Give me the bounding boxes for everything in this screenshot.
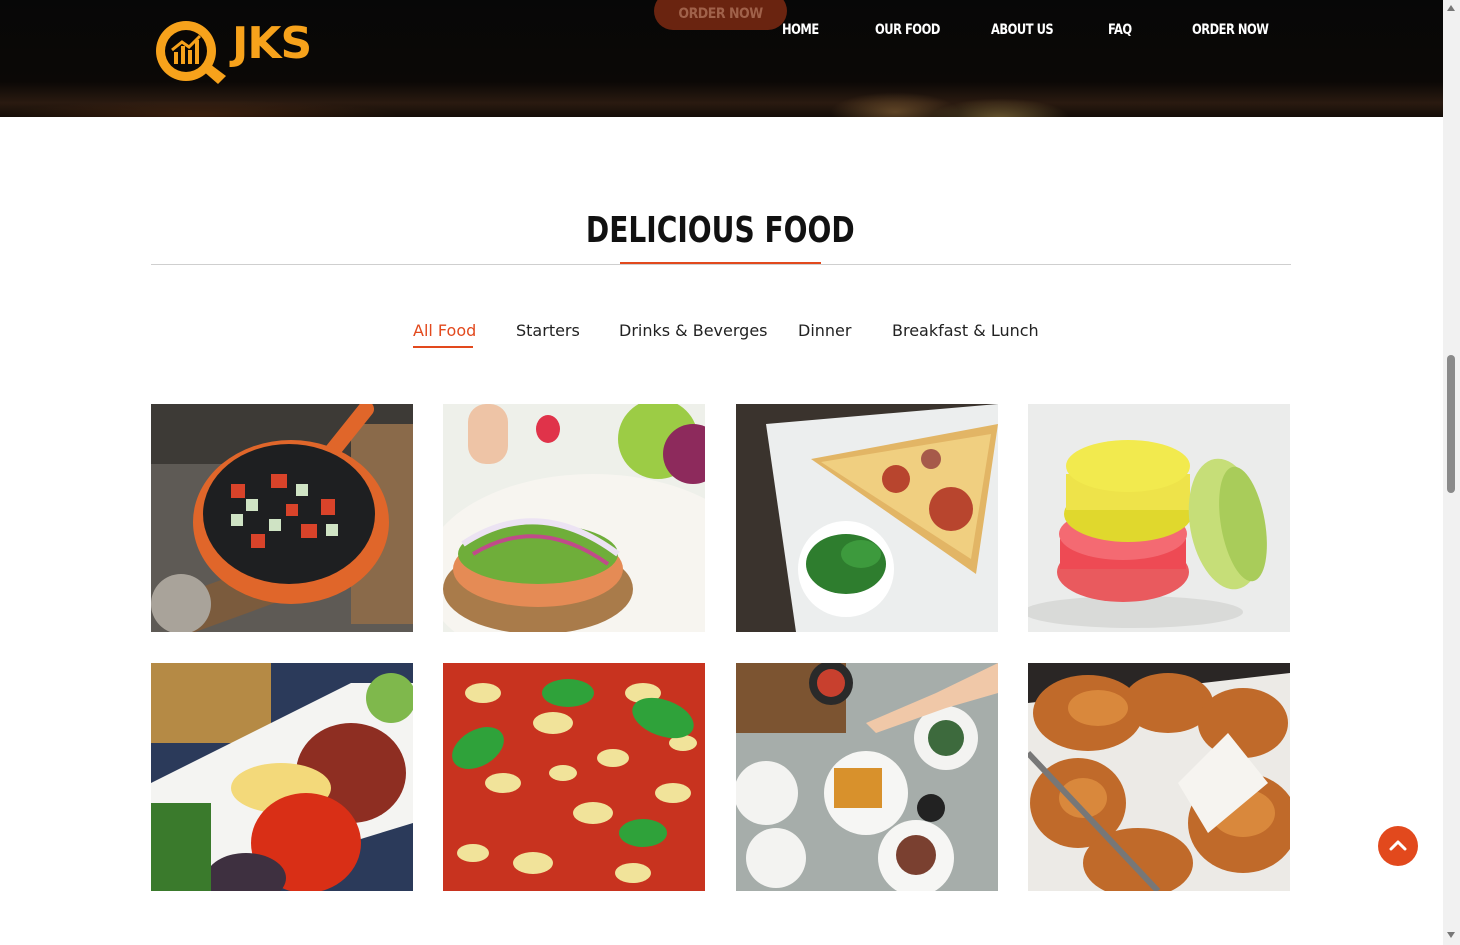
logo-text: JKS xyxy=(232,18,312,69)
nav-order-now[interactable]: ORDER NOW xyxy=(1192,22,1269,38)
food-image-fried-chicken xyxy=(1028,663,1290,891)
order-now-pill-button[interactable]: ORDER NOW xyxy=(654,0,787,30)
nav-home[interactable]: HOME xyxy=(782,22,819,38)
site-header: JKS ORDER NOW HOME OUR FOOD ABOUT US FAQ… xyxy=(0,0,1443,117)
gallery-item[interactable] xyxy=(736,404,998,632)
gallery-item[interactable] xyxy=(151,404,413,632)
gallery-item[interactable] xyxy=(1028,404,1290,632)
filter-all-food[interactable]: All Food xyxy=(413,321,476,340)
food-image-pizza-closeup xyxy=(443,663,705,891)
filter-starters[interactable]: Starters xyxy=(516,321,580,340)
food-image-skillet xyxy=(151,404,413,632)
header-background-glow xyxy=(930,98,1070,117)
header-background-glow xyxy=(0,100,400,117)
chevron-up-icon xyxy=(1389,840,1407,851)
gallery-item[interactable] xyxy=(151,663,413,891)
gallery-item[interactable] xyxy=(1028,663,1290,891)
scroll-down-arrow-icon[interactable] xyxy=(1447,932,1455,938)
nav-our-food[interactable]: OUR FOOD xyxy=(875,22,940,38)
food-image-pizza-slice xyxy=(736,404,998,632)
site-logo[interactable]: JKS xyxy=(152,14,322,86)
nav-faq[interactable]: FAQ xyxy=(1108,22,1132,38)
food-image-rice-platter xyxy=(151,663,413,891)
active-filter-underline xyxy=(413,346,473,348)
section-title-text: DELICIOUS FOOD xyxy=(586,210,855,251)
title-divider xyxy=(151,264,1291,265)
scrollbar-thumb[interactable] xyxy=(1447,355,1455,493)
title-accent-underline xyxy=(620,262,821,264)
food-image-macarons xyxy=(1028,404,1290,632)
page-scrollbar[interactable] xyxy=(1443,0,1460,945)
gallery-item[interactable] xyxy=(443,663,705,891)
filter-drinks-beverges[interactable]: Drinks & Beverges xyxy=(619,321,768,340)
scroll-up-arrow-icon[interactable] xyxy=(1447,5,1455,11)
filter-dinner[interactable]: Dinner xyxy=(798,321,851,340)
logo-magnifier-icon xyxy=(156,21,226,84)
food-image-breakfast-table xyxy=(736,663,998,891)
section-title: DELICIOUS FOOD xyxy=(0,210,1441,251)
scroll-to-top-button[interactable] xyxy=(1378,826,1418,866)
nav-about-us[interactable]: ABOUT US xyxy=(991,22,1054,38)
food-image-open-sandwich xyxy=(443,404,705,632)
filter-breakfast-lunch[interactable]: Breakfast & Lunch xyxy=(892,321,1039,340)
gallery-item[interactable] xyxy=(736,663,998,891)
gallery-item[interactable] xyxy=(443,404,705,632)
